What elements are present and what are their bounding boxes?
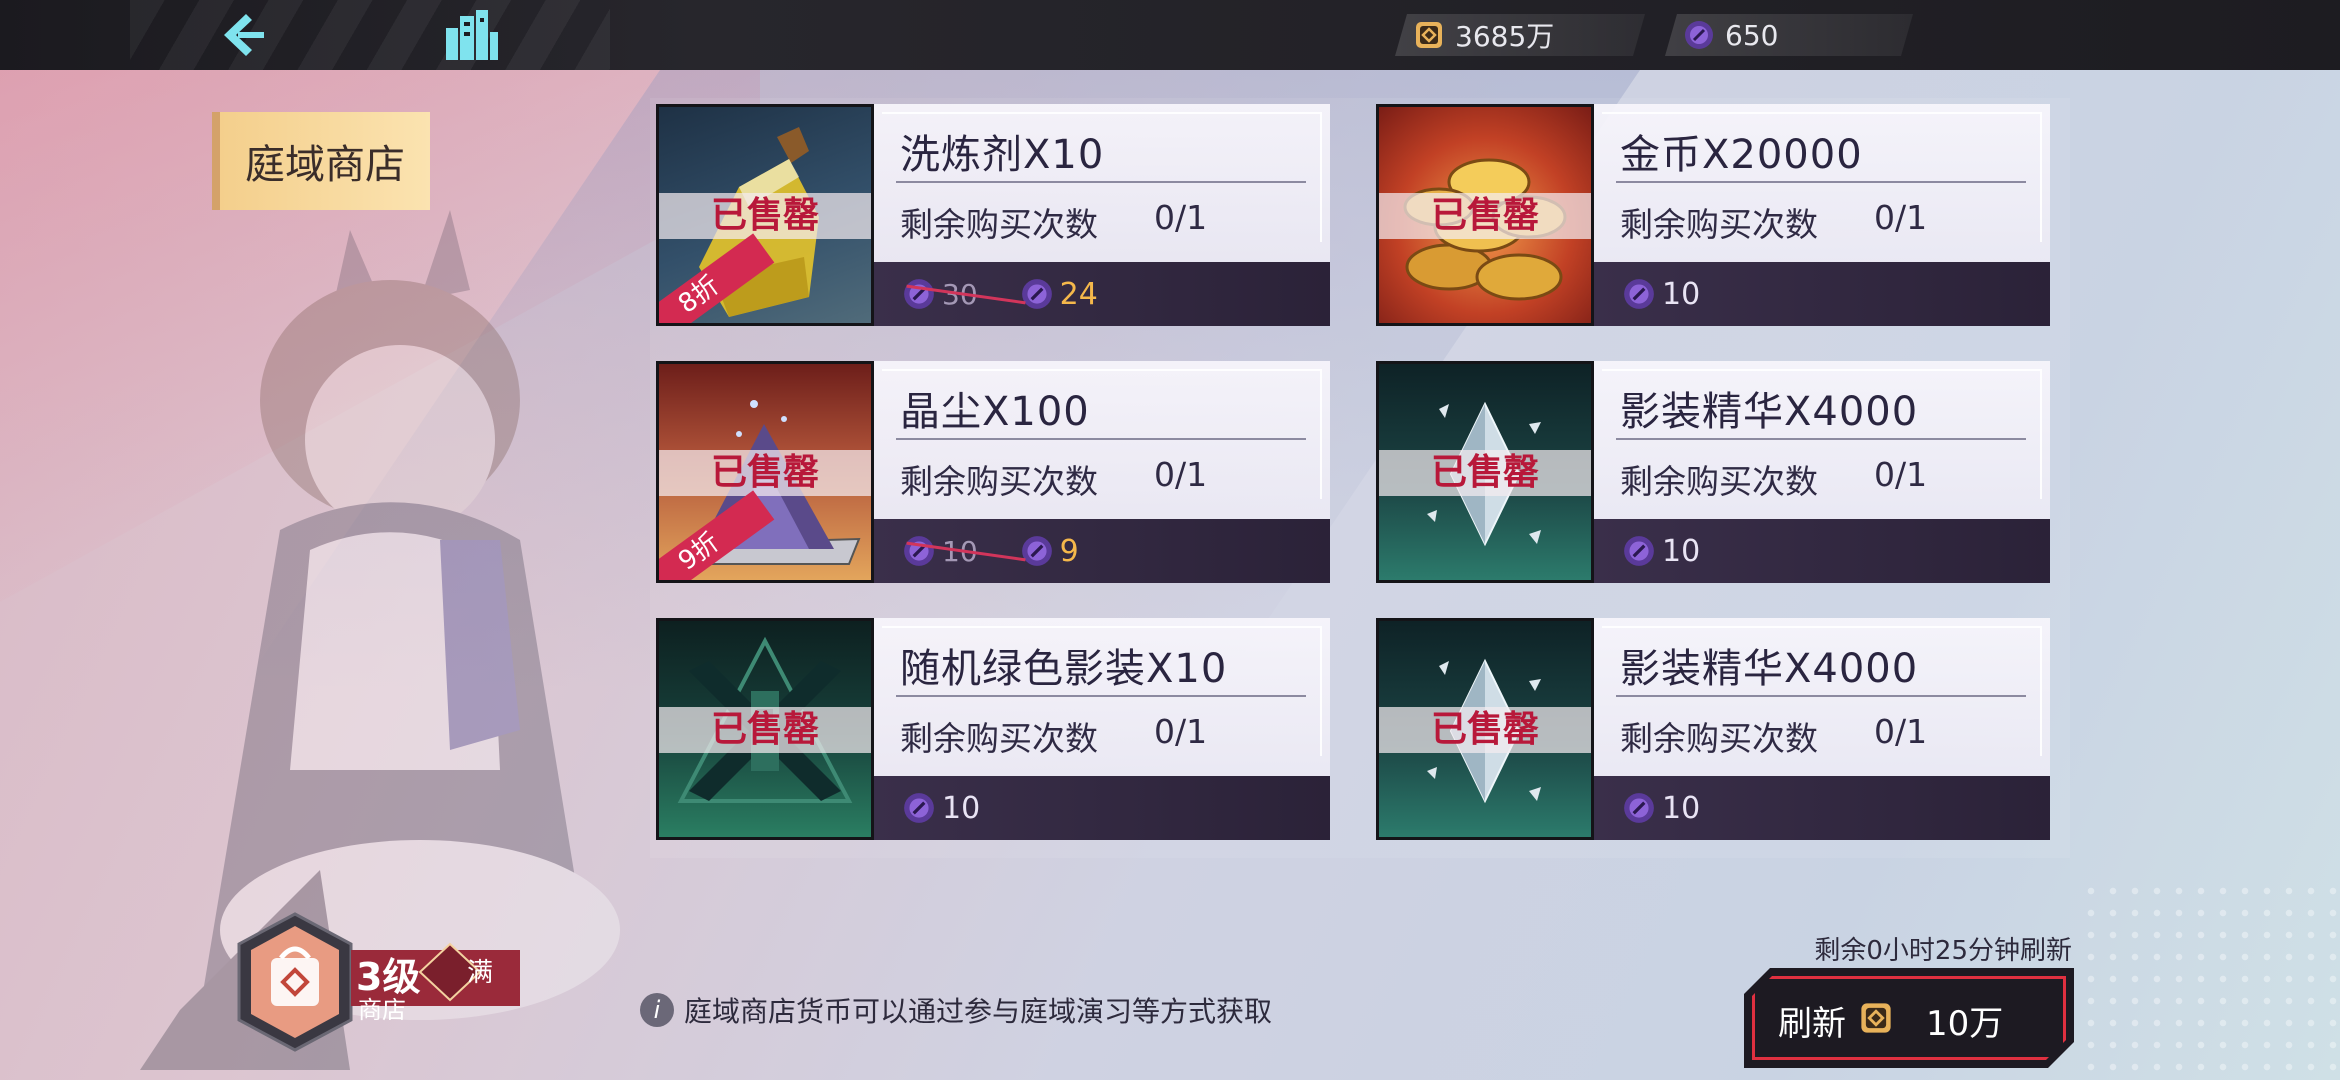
gem-amount: 650: [1725, 18, 1779, 52]
purchase-limit-value: 0/1: [1154, 198, 1208, 237]
refresh-label: 刷新: [1778, 1004, 1846, 1044]
item-price: 10: [1662, 533, 1701, 569]
purchase-limit-value: 0/1: [1154, 712, 1208, 751]
top-bar: 3685万 650: [0, 0, 2340, 70]
gold-currency-display: 3685万: [1395, 14, 1645, 56]
purple-gem-icon: [1624, 279, 1654, 309]
item-divider: [1616, 695, 2026, 697]
item-info: 影装精华X4000 剩余购买次数 0/1 10: [1594, 618, 2050, 840]
discounted-price: 24: [1059, 276, 1098, 312]
item-divider: [1616, 438, 2026, 440]
item-info: 金币X20000 剩余购买次数 0/1 10: [1594, 104, 2050, 326]
sold-out-label: 已售罄: [1379, 707, 1591, 753]
item-divider: [1616, 181, 2026, 183]
shop-item-card[interactable]: 已售罄 9折 晶尘X100 剩余购买次数 0/1 10 9: [650, 355, 1330, 583]
info-icon: i: [640, 993, 674, 1027]
original-price: 10: [942, 535, 1008, 568]
purchase-limit-label: 剩余购买次数: [1620, 205, 1818, 244]
item-price: 10: [1662, 276, 1701, 312]
sold-out-label: 已售罄: [1379, 193, 1591, 239]
purple-gem-icon: [904, 279, 934, 309]
purchase-limit-value: 0/1: [1874, 455, 1928, 494]
gold-amount: 3685万: [1455, 20, 1555, 53]
refresh-cost: 10万: [1926, 1004, 2004, 1044]
purchase-limit-value: 0/1: [1874, 198, 1928, 237]
purple-gem-icon: [1624, 793, 1654, 823]
item-thumbnail: 已售罄: [1376, 104, 1594, 326]
purple-gem-icon: [904, 793, 934, 823]
item-name: 影装精华X4000: [1620, 389, 1919, 435]
purchase-limit-label: 剩余购买次数: [900, 462, 1098, 501]
price-bar: 10: [874, 776, 1330, 840]
shop-title: 庭域商店: [245, 142, 405, 188]
shop-level-label: 商店: [358, 996, 406, 1024]
item-name: 晶尘X100: [900, 389, 1090, 435]
shop-item-card[interactable]: 已售罄 金币X20000 剩余购买次数 0/1 10: [1370, 98, 2050, 326]
item-info: 随机绿色影装X10 剩余购买次数 0/1 10: [874, 618, 1330, 840]
shop-item-card[interactable]: 已售罄 随机绿色影装X10 剩余购买次数 0/1 10: [650, 612, 1330, 840]
currency-tip: i 庭域商店货币可以通过参与庭域演习等方式获取: [640, 990, 1272, 1030]
original-price: 30: [942, 278, 1008, 311]
price-bar: 10: [1594, 776, 2050, 840]
gold-coin-icon: [1413, 19, 1445, 51]
shop-item-card[interactable]: 已售罄 影装精华X4000 剩余购买次数 0/1 10: [1370, 355, 2050, 583]
item-name: 随机绿色影装X10: [900, 646, 1228, 692]
discounted-price: 9: [1059, 533, 1079, 569]
item-info: 影装精华X4000 剩余购买次数 0/1 10: [1594, 361, 2050, 583]
sold-out-label: 已售罄: [1379, 450, 1591, 496]
purchase-limit-label: 剩余购买次数: [1620, 462, 1818, 501]
item-price: 10: [942, 790, 981, 826]
purple-gem-icon: [904, 536, 934, 566]
purple-gem-icon: [1021, 536, 1052, 566]
item-name: 影装精华X4000: [1620, 646, 1919, 692]
sold-out-label: 已售罄: [659, 450, 871, 496]
item-info: 洗炼剂X10 剩余购买次数 0/1 30 24: [874, 104, 1330, 326]
city-buildings-icon[interactable]: [440, 6, 500, 64]
sold-out-label: 已售罄: [659, 193, 871, 239]
item-price: 10: [1662, 790, 1701, 826]
purple-gem-icon: [1021, 279, 1052, 309]
background-dot-pattern: [2080, 880, 2340, 1080]
price-bar: 30 24: [874, 262, 1330, 326]
item-thumbnail: 已售罄 9折: [656, 361, 874, 583]
item-info: 晶尘X100 剩余购买次数 0/1 10 9: [874, 361, 1330, 583]
purchase-limit-value: 0/1: [1874, 712, 1928, 751]
item-thumbnail: 已售罄 8折: [656, 104, 874, 326]
item-name: 金币X20000: [1620, 132, 1863, 178]
refresh-timer: 剩余0小时25分钟刷新: [1814, 936, 2072, 966]
shop-item-card[interactable]: 已售罄 8折 洗炼剂X10 剩余购买次数 0/1 30 24: [650, 98, 1330, 326]
sold-out-label: 已售罄: [659, 707, 871, 753]
price-bar: 10: [1594, 262, 2050, 326]
top-bar-stripes: [130, 0, 610, 70]
purple-gem-icon: [1624, 536, 1654, 566]
tip-text: 庭域商店货币可以通过参与庭域演习等方式获取: [684, 995, 1273, 1028]
purchase-limit-label: 剩余购买次数: [900, 205, 1098, 244]
refresh-button[interactable]: 刷新 10万: [1744, 968, 2074, 1068]
purchase-limit-label: 剩余购买次数: [1620, 719, 1818, 758]
price-bar: 10 9: [874, 519, 1330, 583]
price-bar: 10: [1594, 519, 2050, 583]
gem-currency-display: 650: [1665, 14, 1913, 56]
shop-item-card[interactable]: 已售罄 影装精华X4000 剩余购买次数 0/1 10: [1370, 612, 2050, 840]
item-thumbnail: 已售罄: [656, 618, 874, 840]
level-max-badge: 满: [466, 958, 493, 988]
item-thumbnail: 已售罄: [1376, 361, 1594, 583]
purchase-limit-label: 剩余购买次数: [900, 719, 1098, 758]
item-divider: [896, 181, 1306, 183]
back-chevron-icon[interactable]: [210, 8, 270, 62]
purchase-limit-value: 0/1: [1154, 455, 1208, 494]
gold-coin-icon: [1861, 1003, 1891, 1033]
shop-title-tab[interactable]: 庭域商店: [212, 112, 430, 210]
item-divider: [896, 695, 1306, 697]
item-name: 洗炼剂X10: [900, 132, 1105, 178]
item-thumbnail: 已售罄: [1376, 618, 1594, 840]
purple-gem-icon: [1683, 19, 1715, 51]
item-divider: [896, 438, 1306, 440]
